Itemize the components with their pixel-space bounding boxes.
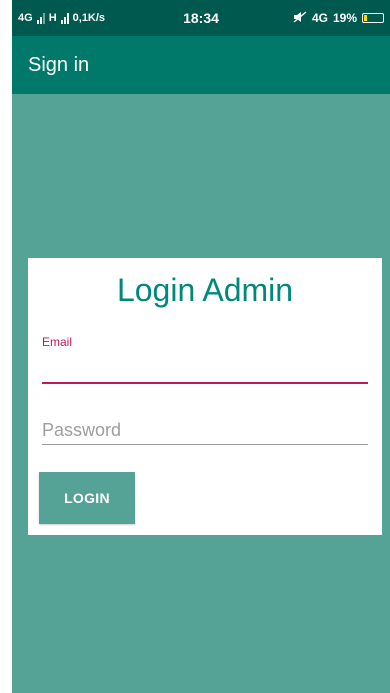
login-card: Login Admin Email LOGIN	[28, 258, 382, 535]
email-label: Email	[42, 335, 73, 349]
status-right: 4G 19%	[293, 0, 384, 36]
clock: 18:34	[183, 10, 219, 26]
network-4g-right-label: 4G	[311, 11, 328, 25]
app-bar: Sign in	[12, 36, 390, 94]
app-screen: 4G H 0,1K/s 18:34 4G 19% Sign in Login A…	[12, 0, 390, 693]
mute-icon	[293, 10, 307, 26]
status-bar: 4G H 0,1K/s 18:34 4G 19%	[12, 0, 390, 36]
battery-percent: 19%	[332, 11, 357, 25]
appbar-title: Sign in	[28, 53, 90, 76]
email-field[interactable]	[42, 352, 368, 384]
login-button[interactable]: LOGIN	[39, 472, 135, 524]
login-title: Login Admin	[116, 272, 294, 308]
battery-icon	[362, 13, 384, 23]
password-field[interactable]	[42, 416, 368, 445]
battery-fill	[364, 15, 367, 21]
